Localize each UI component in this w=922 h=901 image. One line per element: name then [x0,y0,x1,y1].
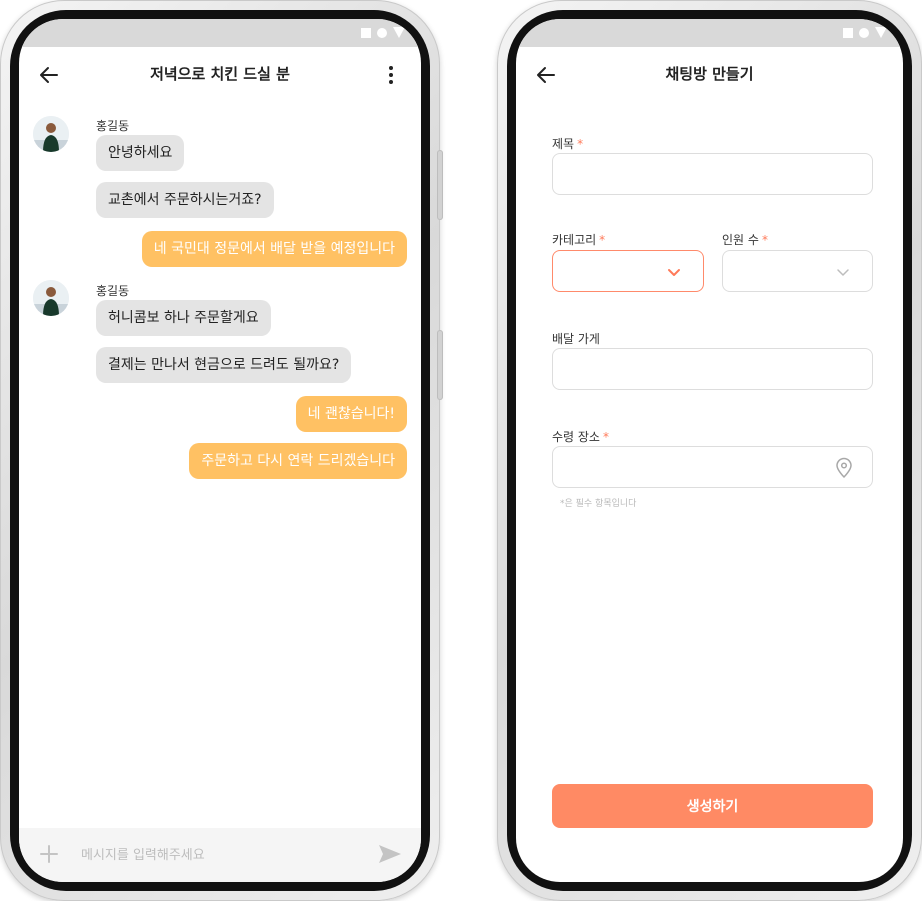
form-title: 채팅방 만들기 [665,65,754,83]
side-button [437,330,443,400]
status-bar [19,19,421,47]
outgoing-message: 네 괜찮습니다! [295,396,407,432]
outgoing-message: 주문하고 다시 연락 드리겠습니다 [189,443,407,479]
record-icon [859,27,869,38]
create-room-button[interactable]: 생성하기 [552,784,873,828]
required-mark: * [602,430,609,444]
chat-screen: 저녁으로 치킨 드실 분 홍길동 안녕하세요 교촌에서 주문하시는거죠? 네 국… [19,19,421,882]
incoming-message: 안녕하세요 [96,135,185,171]
store-label-text: 배달 가게 [552,332,600,346]
required-hint: *은 필수 항목입니다 [560,499,637,509]
avatar[interactable] [33,116,69,152]
message-input-bar [19,828,421,882]
plus-icon[interactable] [37,842,61,866]
chevron-down-icon [837,269,849,276]
title-input[interactable] [553,154,872,194]
incoming-message: 결제는 만나서 현금으로 드려도 될까요? [96,347,352,383]
title-field[interactable] [552,153,873,195]
required-mark: * [577,137,584,151]
chat-app-bar: 저녁으로 치킨 드실 분 [19,47,421,103]
send-icon[interactable] [377,842,403,866]
message-input[interactable] [79,842,343,868]
category-select[interactable] [552,250,704,292]
incoming-message: 허니콤보 하나 주문할게요 [96,300,271,336]
status-bar [516,19,903,47]
store-field[interactable] [552,348,873,390]
signal-icon [843,27,853,38]
signal-icon [361,27,371,38]
wifi-icon [875,27,887,38]
sender-name: 홍길동 [96,119,130,133]
required-mark: * [599,233,606,247]
location-pin-icon[interactable] [834,457,854,479]
place-label: 수령 장소 * [552,428,609,445]
chevron-down-icon [668,269,680,276]
title-label-text: 제목 [552,137,575,151]
people-label: 인원 수 * [722,231,768,248]
category-label: 카테고리 * [552,231,605,248]
incoming-message: 교촌에서 주문하시는거죠? [96,182,274,218]
wifi-icon [393,27,405,38]
phone-chat: 저녁으로 치킨 드실 분 홍길동 안녕하세요 교촌에서 주문하시는거죠? 네 국… [0,0,443,901]
phone-create-room: 채팅방 만들기 제목 * 카테고리 * 인원 수 * 배달 가게 수령 장소 *… [497,0,922,901]
category-label-text: 카테고리 [552,233,597,247]
avatar[interactable] [33,280,69,316]
form-app-bar: 채팅방 만들기 [516,47,903,103]
people-select[interactable] [722,250,873,292]
store-label: 배달 가게 [552,330,600,347]
more-vertical-icon[interactable] [379,63,403,87]
record-icon [377,27,387,38]
side-button [437,150,443,220]
title-label: 제목 * [552,135,583,152]
outgoing-message: 네 국민대 정문에서 배달 받을 예정입니다 [141,231,407,267]
create-room-screen: 채팅방 만들기 제목 * 카테고리 * 인원 수 * 배달 가게 수령 장소 *… [516,19,903,882]
required-mark: * [761,233,768,247]
people-label-text: 인원 수 [722,233,759,247]
sender-name: 홍길동 [96,284,130,298]
place-field[interactable] [552,446,873,488]
place-label-text: 수령 장소 [552,430,600,444]
store-input[interactable] [553,349,872,389]
chat-title: 저녁으로 치킨 드실 분 [150,65,290,83]
